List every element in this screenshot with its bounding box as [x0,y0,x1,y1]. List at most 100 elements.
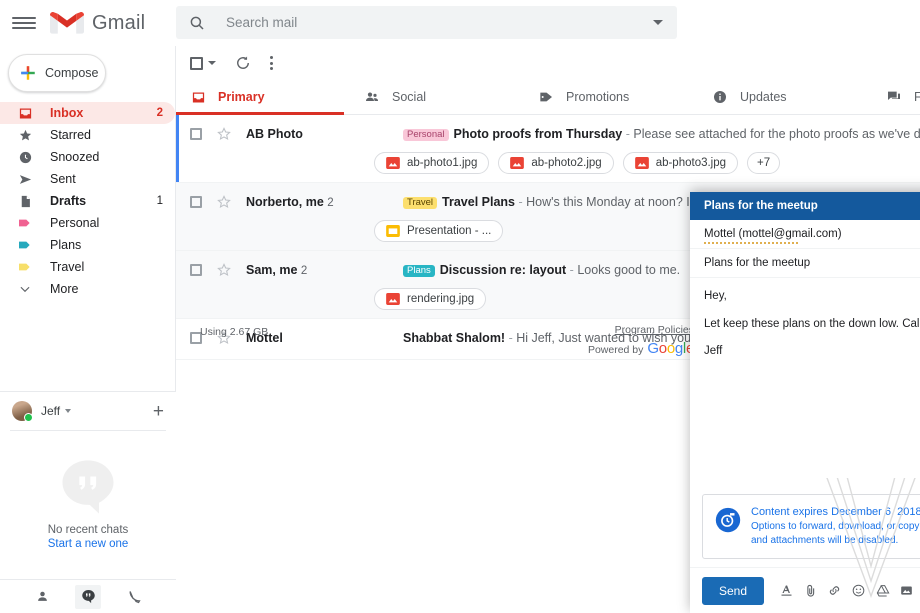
sidebar-item-inbox[interactable]: Inbox 2 [0,102,175,124]
sidebar-item-label: Drafts [50,195,157,208]
table-row[interactable]: AB Photo PersonalPhoto proofs from Thurs… [176,115,920,183]
compose-title: Plans for the meetup [704,200,818,212]
list-toolbar [176,46,920,80]
star-icon[interactable] [216,262,232,278]
label-chip: Personal [403,129,449,142]
sidebar-nav: Inbox 2 Starred Snoozed [0,102,175,300]
avatar[interactable] [12,401,32,421]
clock-icon [16,148,34,166]
compose-body[interactable]: Hey, Let keep these plans on the down lo… [690,278,920,494]
email-sender: Norberto, me 2 [246,195,391,209]
email-subject: Photo proofs from Thursday [454,127,623,141]
compose-subject-field[interactable]: Plans for the meetup [690,249,920,278]
sidebar-item-label: Inbox [50,107,157,120]
contacts-icon[interactable] [29,585,55,609]
tab-updates[interactable]: Updates [698,80,872,114]
image-file-icon [510,157,524,169]
sidebar-item-snoozed[interactable]: Snoozed [0,146,175,168]
sidebar-item-personal[interactable]: Personal [0,212,175,234]
chevron-down-icon[interactable] [653,20,663,25]
attachment-name: ab-photo2.jpg [531,157,601,169]
sidebar-item-label: Plans [50,239,163,252]
tab-primary[interactable]: Primary [176,80,350,114]
compose-header[interactable]: Plans for the meetup [690,192,920,220]
select-all-checkbox[interactable] [190,57,203,70]
phone-icon[interactable] [121,585,147,609]
tab-label: Fo [914,90,920,104]
attachment-chip[interactable]: rendering.jpg [374,288,486,310]
tab-promotions[interactable]: Promotions [524,80,698,114]
start-new-chat-link[interactable]: Start a new one [48,538,129,550]
search-bar[interactable] [176,6,677,39]
attachment-name: ab-photo3.jpg [656,157,726,169]
hangouts-icon[interactable] [75,585,101,609]
sidebar-item-more[interactable]: More [0,278,175,300]
top-bar: Gmail [0,0,920,46]
sidebar-item-label: Travel [50,261,163,274]
footer-links: Program Policies Powered by Google [588,324,694,357]
notice-title: Content expires December 6, 2018. [751,506,920,518]
sidebar-item-count: 2 [157,107,163,119]
sidebar-item-starred[interactable]: Starred [0,124,175,146]
attachment-chip[interactable]: ab-photo1.jpg [374,152,489,174]
hangouts-user-name: Jeff [41,404,60,418]
attach-file-icon[interactable] [800,580,821,601]
send-button[interactable]: Send [702,577,764,605]
forums-icon [885,88,903,106]
attachment-name: ab-photo1.jpg [407,157,477,169]
tab-forums[interactable]: Fo [872,80,920,114]
row-checkbox[interactable] [190,196,202,208]
tab-label: Updates [740,90,787,104]
attachment-chip[interactable]: Presentation - ... [374,220,503,242]
search-input[interactable] [224,14,653,31]
format-text-icon[interactable] [776,580,797,601]
image-file-icon [386,293,400,305]
program-policies-link[interactable]: Program Policies [588,324,694,336]
label-icon [16,214,34,232]
kebab-menu-icon[interactable] [270,56,273,70]
compose-toolbar [776,580,920,601]
star-icon[interactable] [216,126,232,142]
chevron-down-icon[interactable] [65,409,71,413]
tag-icon [537,88,555,106]
sender-name: Sam, me [246,263,297,277]
google-logo: Google [647,340,694,357]
hangouts-empty-state: No recent chats Start a new one [0,431,176,576]
sidebar-item-label: More [50,283,163,296]
row-checkbox[interactable] [190,264,202,276]
brand-text: Gmail [92,12,145,35]
compose-to-field[interactable]: Mottel (mottel@gmail.com) [690,220,920,249]
people-icon [363,88,381,106]
hamburger-icon[interactable] [12,14,36,32]
attachment-chip[interactable]: ab-photo2.jpg [498,152,613,174]
sidebar-item-travel[interactable]: Travel [0,256,175,278]
storage-usage: Using 2.67 GB [200,326,268,338]
spellcheck-underline [704,242,800,244]
row-checkbox[interactable] [190,128,202,140]
sidebar: Compose Inbox 2 Starred [0,46,176,613]
sidebar-item-label: Snoozed [50,151,163,164]
hangouts-panel: Jeff + No recent chats Start a new one [0,391,176,613]
refresh-icon[interactable] [234,54,252,72]
emoji-icon[interactable] [848,580,869,601]
sidebar-item-drafts[interactable]: Drafts 1 [0,190,175,212]
chevron-down-icon[interactable] [208,61,216,65]
google-drive-icon[interactable] [872,580,893,601]
sidebar-item-label: Sent [50,173,163,186]
insert-link-icon[interactable] [824,580,845,601]
tab-social[interactable]: Social [350,80,524,114]
hangouts-empty-text: No recent chats [48,524,129,536]
more-attachments-chip[interactable]: +7 [747,152,780,174]
hangouts-tabs [0,579,176,613]
attachment-chips: ab-photo1.jpg ab-photo2.jpg ab-photo3.jp… [374,152,920,174]
inbox-icon [16,104,34,122]
sidebar-item-plans[interactable]: Plans [0,234,175,256]
plus-icon[interactable]: + [153,402,164,421]
email-subject-line: PersonalPhoto proofs from Thursday - Ple… [403,127,920,141]
star-icon[interactable] [216,194,232,210]
compose-button[interactable]: Compose [8,54,106,92]
insert-photo-icon[interactable] [896,580,917,601]
sidebar-item-sent[interactable]: Sent [0,168,175,190]
compose-body-line: Let keep these plans on the down low. Ca… [704,318,920,331]
attachment-chip[interactable]: ab-photo3.jpg [623,152,738,174]
